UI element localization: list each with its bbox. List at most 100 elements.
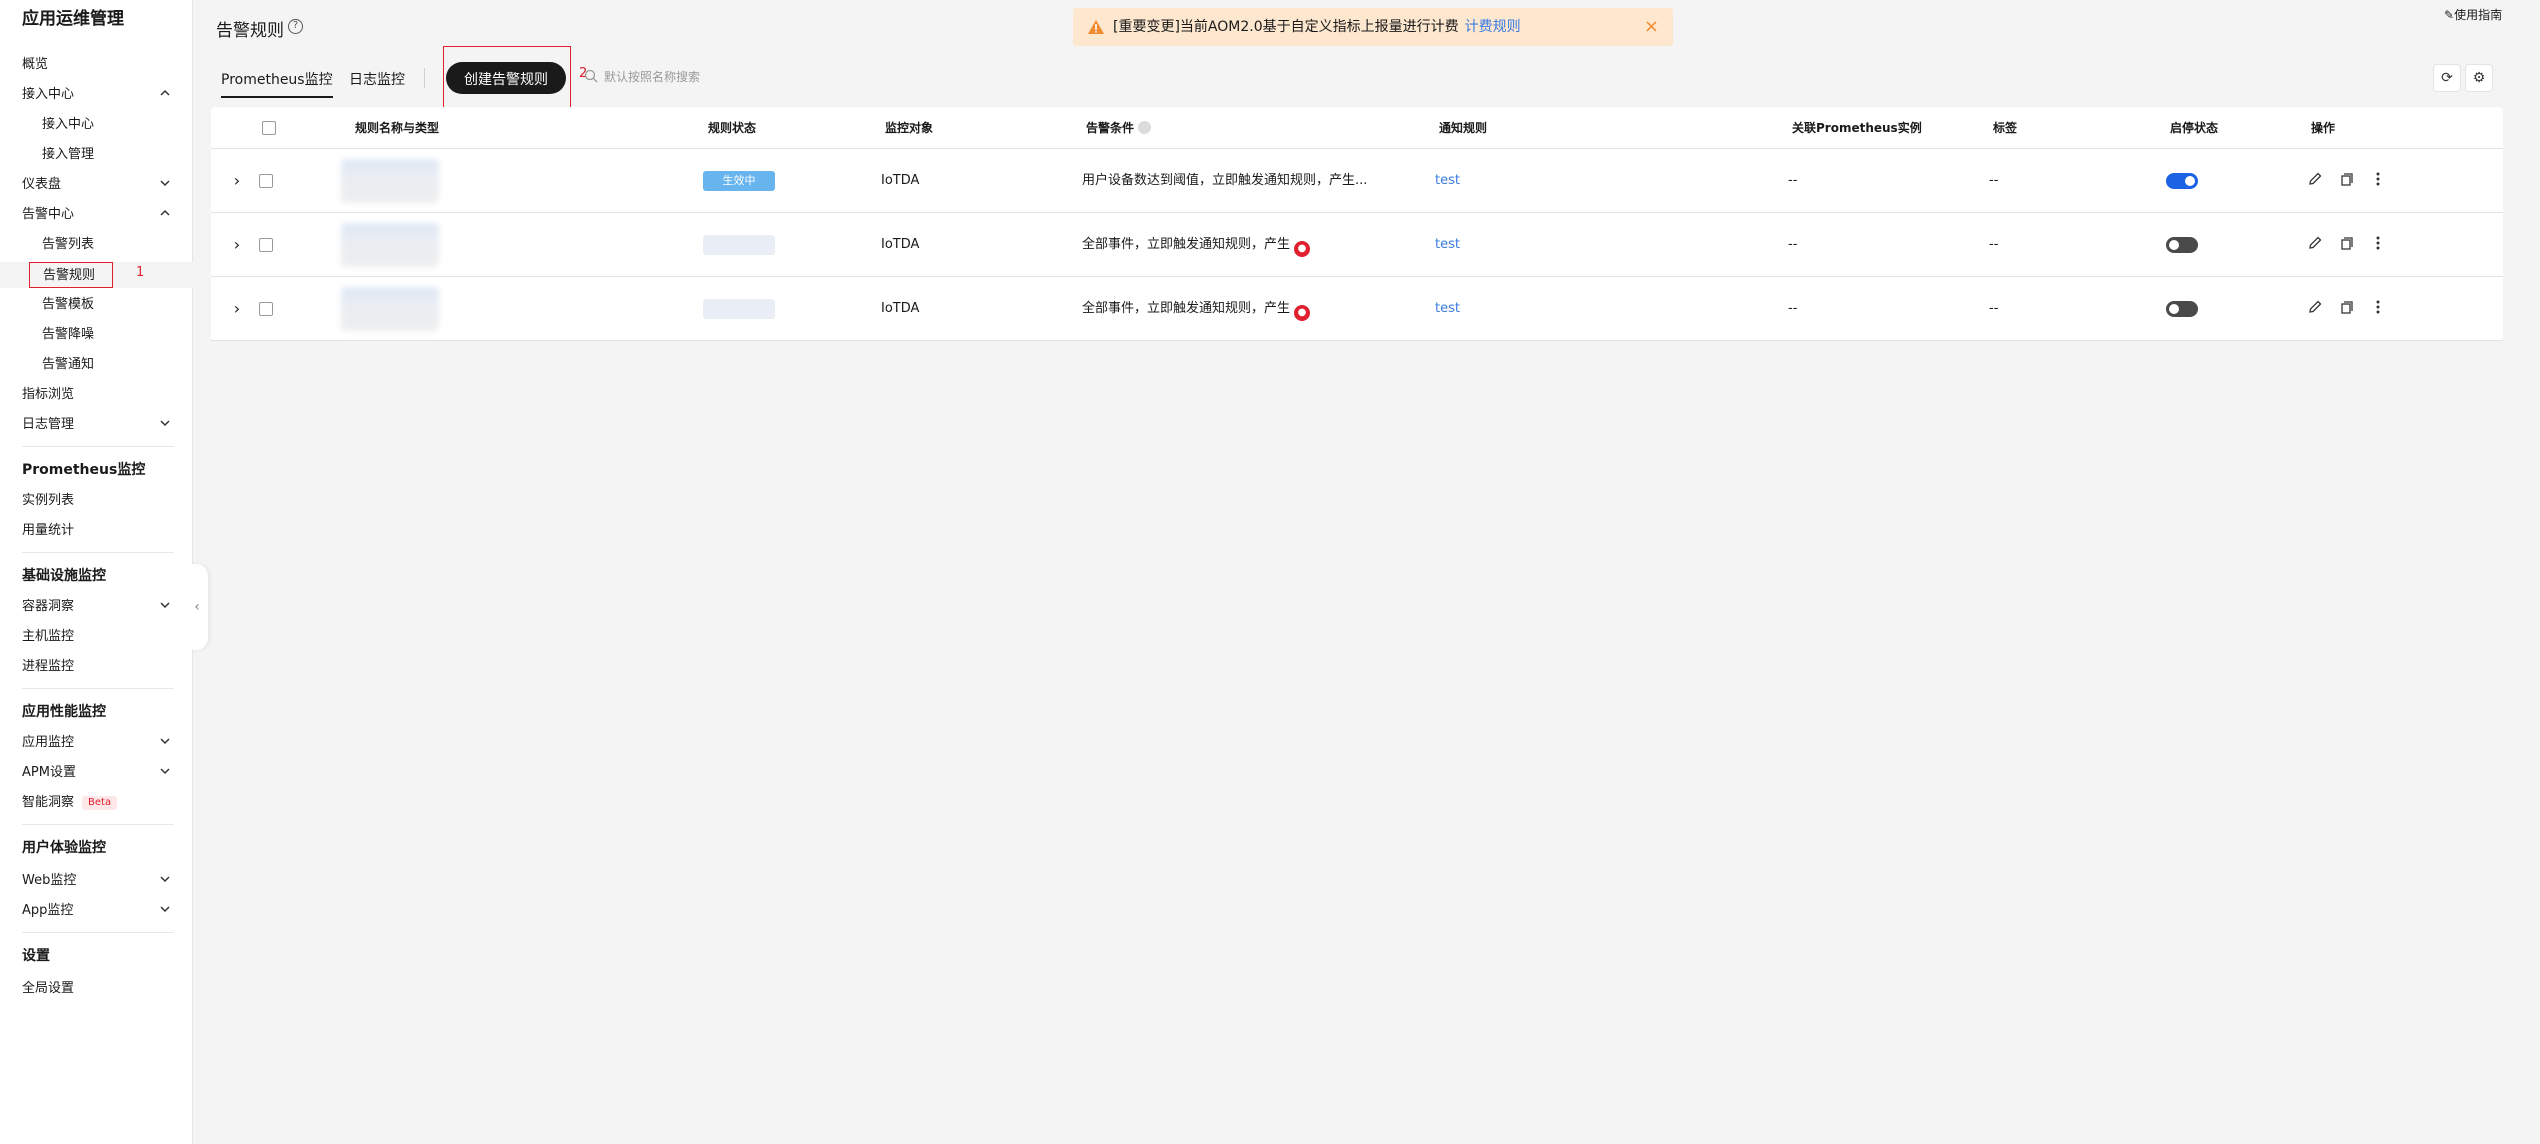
expand-row-icon[interactable]: › — [227, 299, 247, 319]
col-enable-state: 启停状态 — [2170, 121, 2219, 135]
notify-rule-link[interactable]: test — [1435, 149, 1460, 213]
divider — [22, 552, 174, 553]
alarm-condition: 全部事件，立即触发通知规则，产生 ● — [1082, 213, 1311, 277]
enable-toggle[interactable] — [2166, 173, 2198, 189]
row-checkbox[interactable] — [259, 174, 273, 188]
col-actions: 操作 — [2311, 121, 2336, 135]
sidebar-item-access-manage[interactable]: 接入管理 — [42, 142, 94, 168]
status-badge: 生效中 — [703, 171, 775, 191]
copy-icon[interactable] — [2338, 299, 2358, 319]
monitor-target: IoTDA — [881, 301, 920, 316]
col-rule-name: 规则名称与类型 — [355, 121, 440, 135]
sidebar-item-usage[interactable]: 用量统计 — [22, 518, 74, 544]
rule-name-redacted — [341, 287, 439, 331]
expand-row-icon[interactable]: › — [227, 235, 247, 255]
expand-row-icon[interactable]: › — [227, 171, 247, 191]
more-icon[interactable] — [2370, 171, 2390, 191]
alarm-condition: 全部事件，立即触发通知规则，产生 ● — [1082, 277, 1311, 341]
rule-name-redacted — [341, 159, 439, 203]
section-settings: 设置 — [22, 948, 50, 964]
sidebar-item-host-monitor[interactable]: 主机监控 — [22, 624, 74, 650]
sidebar-item-alarm-center[interactable]: 告警中心 — [22, 202, 170, 228]
section-rum: 用户体验监控 — [22, 840, 106, 856]
table-row: › 已停用 IoTDA 全部事件，立即触发通知规则，产生 ● test -- -- — [211, 277, 2503, 341]
create-alarm-rule-button[interactable]: 创建告警规则 — [446, 62, 566, 94]
enable-toggle[interactable] — [2166, 301, 2198, 317]
col-prometheus-instance: 关联Prometheus实例 — [1792, 121, 1922, 135]
sidebar-item-access-center[interactable]: 接入中心 — [22, 82, 170, 108]
more-icon[interactable] — [2370, 299, 2390, 319]
sidebar: 应用运维管理 概览 接入中心 接入中心 接入管理 仪表盘 告警中心 告警列表 告… — [0, 0, 193, 1144]
sidebar-item-access-center-sub[interactable]: 接入中心 — [42, 112, 94, 138]
more-icon[interactable] — [2370, 235, 2390, 255]
status-badge: 已停用 — [703, 299, 775, 319]
col-rule-status: 规则状态 — [708, 121, 757, 135]
divider — [22, 824, 174, 825]
chevron-up-icon — [158, 202, 194, 228]
tab-log-monitor[interactable]: 日志监控 — [349, 70, 405, 98]
notify-rule-link[interactable]: test — [1435, 213, 1460, 277]
prometheus-instance: -- — [1788, 301, 1798, 316]
status-badge: 已停用 — [703, 235, 775, 255]
sidebar-item-app-monitor[interactable]: 应用监控 — [22, 730, 170, 756]
enable-toggle[interactable] — [2166, 237, 2198, 253]
help-icon[interactable]: ? — [288, 19, 303, 34]
close-icon[interactable]: × — [1644, 8, 1659, 46]
collapse-sidebar-button[interactable]: ‹ — [186, 564, 208, 650]
refresh-button[interactable]: ⟳ — [2433, 64, 2461, 92]
col-alarm-condition: 告警条件 — [1086, 107, 1152, 149]
edit-icon[interactable] — [2307, 299, 2327, 319]
alarm-dot-icon: ● — [1294, 241, 1311, 257]
col-tags: 标签 — [1993, 121, 2018, 135]
alarm-dot-icon: ● — [1294, 305, 1311, 321]
page-title: 告警规则 — [216, 21, 284, 41]
col-notify-rule: 通知规则 — [1439, 121, 1488, 135]
notify-rule-link[interactable]: test — [1435, 277, 1460, 341]
sidebar-item-process-monitor[interactable]: 进程监控 — [22, 654, 74, 680]
section-infra: 基础设施监控 — [22, 568, 106, 584]
sidebar-item-container-insight[interactable]: 容器洞察 — [22, 594, 170, 620]
edit-icon[interactable] — [2307, 171, 2327, 191]
chevron-down-icon — [158, 760, 194, 786]
tags: -- — [1989, 301, 1999, 316]
sidebar-item-global-settings[interactable]: 全局设置 — [22, 976, 74, 1002]
refresh-icon: ⟳ — [2441, 70, 2453, 86]
edit-icon[interactable] — [2307, 235, 2327, 255]
sidebar-item-dashboard[interactable]: 仪表盘 — [22, 172, 170, 198]
edit-icon: ✎ — [2444, 8, 2455, 22]
sidebar-item-alarm-notify[interactable]: 告警通知 — [42, 352, 94, 378]
sidebar-item-app-rum[interactable]: App监控 — [22, 898, 170, 924]
sidebar-item-metric-browse[interactable]: 指标浏览 — [22, 382, 74, 408]
user-guide-link[interactable]: ✎使用指南 — [2444, 6, 2502, 23]
prometheus-instance: -- — [1788, 173, 1798, 188]
sidebar-item-web-monitor[interactable]: Web监控 — [22, 868, 170, 894]
info-icon[interactable] — [1138, 121, 1152, 134]
monitor-target: IoTDA — [881, 237, 920, 252]
billing-rules-link[interactable]: 计费规则 — [1465, 19, 1521, 35]
search-input[interactable]: 默认按照名称搜索 — [584, 66, 884, 88]
sidebar-item-alarm-noise[interactable]: 告警降噪 — [42, 322, 94, 348]
sidebar-item-smart-insight[interactable]: 智能洞察 Beta — [22, 790, 118, 816]
notice-banner: [重要变更]当前AOM2.0基于自定义指标上报量进行计费 计费规则 × — [1073, 8, 1673, 46]
settings-button[interactable]: ⚙ — [2465, 64, 2493, 92]
sidebar-item-alarm-rules[interactable]: 告警规则 — [29, 262, 113, 288]
warning-icon — [1088, 20, 1104, 34]
tab-prometheus[interactable]: Prometheus监控 — [221, 70, 333, 98]
col-monitor-target: 监控对象 — [885, 121, 934, 135]
row-checkbox[interactable] — [259, 238, 273, 252]
sidebar-item-log-manage[interactable]: 日志管理 — [22, 412, 170, 438]
chevron-down-icon — [158, 868, 194, 894]
chevron-down-icon — [158, 172, 194, 198]
sidebar-item-alarm-list[interactable]: 告警列表 — [42, 232, 94, 258]
monitor-target: IoTDA — [881, 173, 920, 188]
sidebar-item-alarm-templates[interactable]: 告警模板 — [42, 292, 94, 318]
row-checkbox[interactable] — [259, 302, 273, 316]
copy-icon[interactable] — [2338, 171, 2358, 191]
divider — [22, 446, 174, 447]
select-all-checkbox[interactable] — [262, 121, 276, 135]
copy-icon[interactable] — [2338, 235, 2358, 255]
sidebar-item-overview[interactable]: 概览 — [22, 52, 48, 78]
sidebar-item-apm-settings[interactable]: APM设置 — [22, 760, 170, 786]
sidebar-item-instances[interactable]: 实例列表 — [22, 488, 74, 514]
app-title: 应用运维管理 — [22, 9, 124, 29]
